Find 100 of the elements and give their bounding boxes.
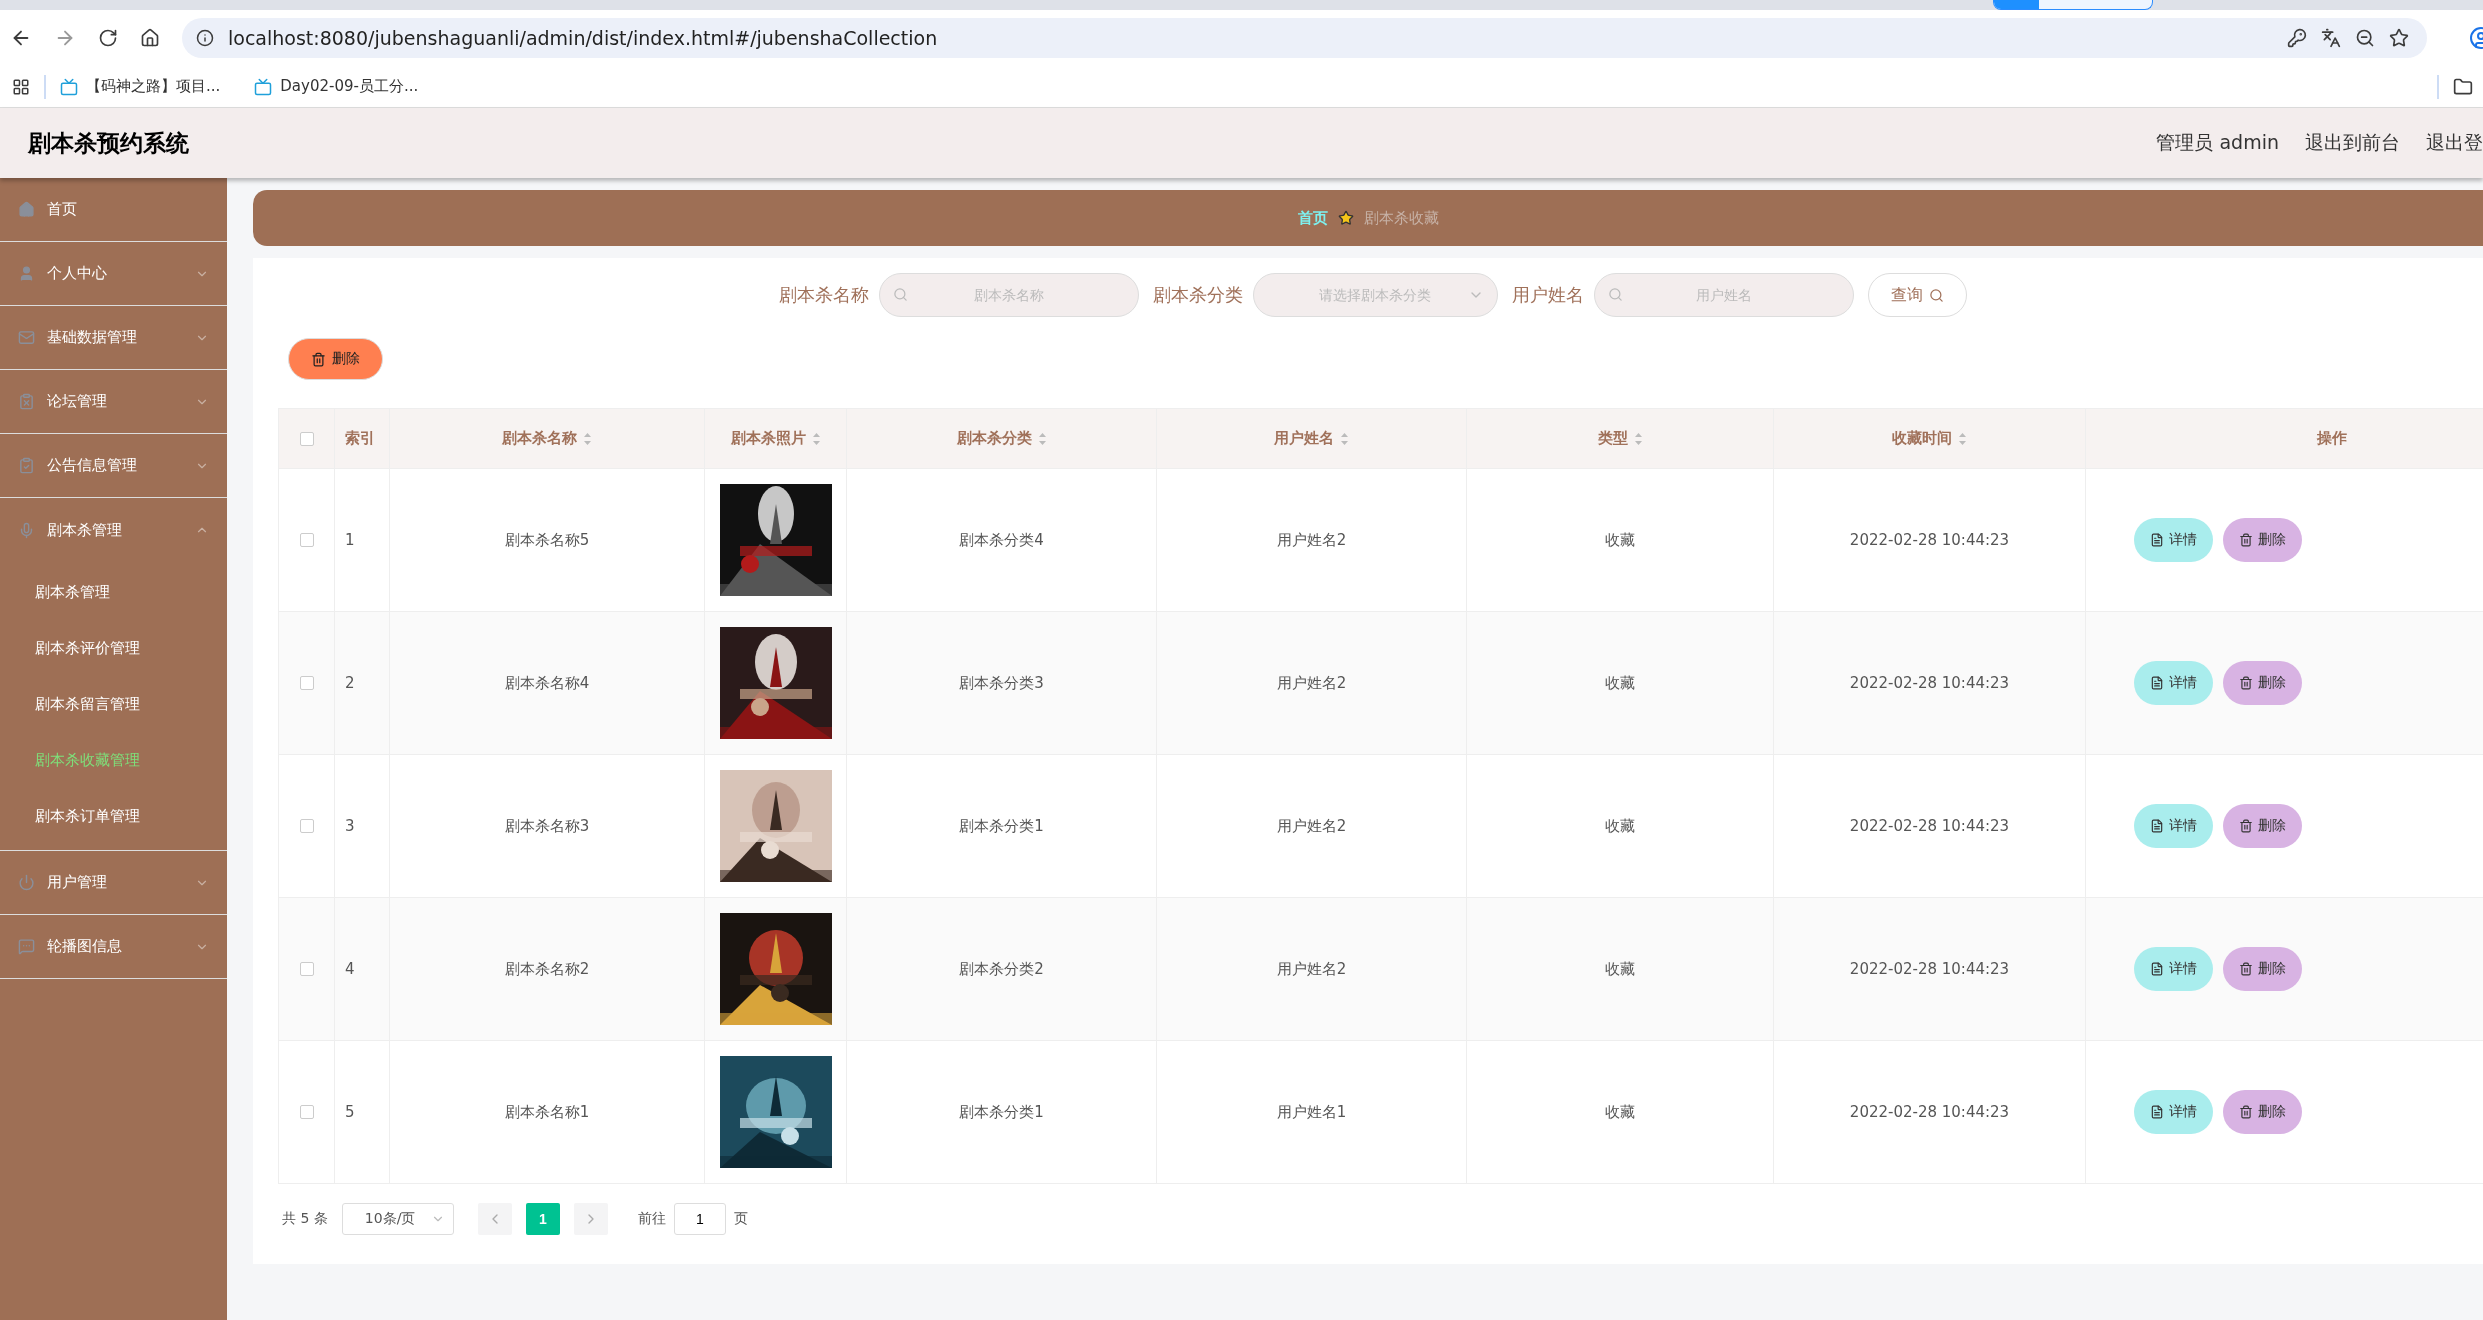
trash-icon	[311, 351, 326, 367]
table-cell: 剧本杀名称1	[504, 1102, 590, 1122]
table-cell: 收藏	[1605, 1102, 1635, 1122]
table-cell: 收藏	[1605, 673, 1635, 693]
column-header: 收藏时间	[1892, 429, 1952, 448]
sidebar-item[interactable]: 公告信息管理	[0, 434, 227, 498]
url-text: localhost:8080/jubenshaguanli/admin/dist/index.html#/jubenshaCollection	[228, 27, 939, 49]
next-page-button[interactable]	[573, 1203, 608, 1235]
details-button[interactable]: 详情	[2134, 1090, 2213, 1134]
column-header: 类型	[1597, 429, 1628, 448]
translate-icon[interactable]	[2321, 28, 2341, 48]
submenu-item[interactable]: 剧本杀订单管理	[0, 788, 227, 844]
breadcrumb-text: 剧本杀收藏	[1363, 208, 1439, 228]
header-link[interactable]: 退出到前台	[2305, 130, 2400, 156]
delete-button[interactable]: 删除	[2223, 1090, 2302, 1134]
field-label: 用户姓名	[1511, 283, 1584, 307]
zoom-out-icon[interactable]	[2355, 28, 2375, 48]
table-cell: 2022-02-28 10:44:23	[1849, 674, 2010, 692]
home-icon	[18, 201, 35, 218]
sort-icon[interactable]	[583, 431, 592, 446]
query-button[interactable]: 查询	[1867, 273, 1967, 317]
search-icon	[1928, 287, 1944, 303]
table-cell: 用户姓名2	[1276, 530, 1347, 550]
delete-button[interactable]: 删除	[288, 338, 383, 380]
submenu-item[interactable]: 剧本杀评价管理	[0, 620, 227, 676]
clipboard-icon	[18, 393, 35, 410]
power-icon	[18, 874, 35, 891]
sidebar-item[interactable]: 用户管理	[0, 851, 227, 915]
star-icon[interactable]	[2389, 28, 2409, 48]
table-cell: 1	[345, 531, 355, 549]
delete-button[interactable]: 删除	[2223, 661, 2302, 705]
delete-button[interactable]: 删除	[2223, 804, 2302, 848]
table-cell: 收藏	[1605, 959, 1635, 979]
bookmark[interactable]: 【码神之路】项目...	[60, 77, 221, 96]
sort-icon[interactable]	[1037, 431, 1047, 446]
sidebar-item[interactable]: 轮播图信息	[0, 915, 227, 979]
checkbox[interactable]	[299, 676, 314, 690]
table-cell: 2022-02-28 10:44:23	[1849, 960, 2010, 978]
table-cell: 用户姓名2	[1276, 816, 1347, 836]
info-icon[interactable]	[196, 29, 214, 47]
trash-icon	[2239, 533, 2253, 547]
sidebar-item[interactable]: 个人中心	[0, 242, 227, 306]
sidebar-item[interactable]: 剧本杀管理	[0, 498, 227, 562]
delete-button[interactable]: 删除	[2223, 518, 2302, 562]
table-cell: 剧本杀名称3	[504, 816, 590, 836]
app-title: 剧本杀预约系统	[28, 128, 190, 158]
checkbox[interactable]	[299, 962, 314, 976]
trash-icon	[2239, 962, 2253, 976]
table-cell: 4	[345, 960, 355, 978]
details-button[interactable]: 详情	[2134, 661, 2213, 705]
table-cell: 用户姓名1	[1276, 1102, 1347, 1122]
header-link[interactable]: 退出登	[2426, 130, 2483, 156]
tv-icon	[254, 77, 273, 96]
sort-icon[interactable]	[1340, 431, 1349, 446]
home-icon[interactable]	[140, 28, 160, 48]
browser-tab[interactable]	[1993, 0, 2153, 10]
submenu-item[interactable]: 剧本杀留言管理	[0, 676, 227, 732]
column-header: 剧本杀照片	[730, 429, 806, 448]
sort-icon[interactable]	[811, 431, 821, 446]
details-button[interactable]: 详情	[2134, 804, 2213, 848]
sidebar-item[interactable]: 基础数据管理	[0, 306, 227, 370]
header-link[interactable]: 管理员 admin	[2156, 130, 2279, 156]
folder-icon[interactable]	[2453, 76, 2473, 97]
key-icon[interactable]	[2287, 28, 2307, 48]
trash-icon	[2239, 819, 2253, 833]
sidebar-item[interactable]: 首页	[0, 178, 227, 242]
table-cell: 2022-02-28 10:44:23	[1849, 531, 2010, 549]
search-icon	[1607, 287, 1623, 302]
document-icon	[2150, 819, 2164, 833]
star-icon	[1337, 210, 1354, 226]
apps-icon[interactable]	[12, 77, 30, 96]
prev-page-button[interactable]	[477, 1203, 512, 1235]
table-cell: 2	[345, 674, 355, 692]
details-button[interactable]: 详情	[2134, 947, 2213, 991]
goto-label: 前往	[637, 1210, 666, 1228]
address-bar[interactable]: localhost:8080/jubenshaguanli/admin/dist/index.html#/jubenshaCollection	[182, 18, 2427, 58]
submenu-item[interactable]: 剧本杀管理	[0, 564, 227, 620]
checkbox[interactable]	[299, 431, 314, 446]
table-cell: 收藏	[1605, 530, 1635, 550]
sort-icon[interactable]	[1958, 431, 1967, 446]
sort-icon[interactable]	[1633, 431, 1643, 446]
table-cell: 剧本杀名称5	[504, 530, 590, 550]
document-icon	[2150, 962, 2164, 976]
document-icon	[2150, 676, 2164, 690]
page-size-select[interactable]: 10条/页	[341, 1203, 454, 1235]
page-input[interactable]: 1	[673, 1203, 726, 1235]
table-cell: 剧本杀分类2	[959, 959, 1044, 979]
table-cell: 剧本杀分类1	[959, 1102, 1044, 1122]
sidebar-item[interactable]: 论坛管理	[0, 370, 227, 434]
delete-button[interactable]: 删除	[2223, 947, 2302, 991]
checkbox[interactable]	[299, 819, 314, 833]
mail-icon	[18, 329, 35, 346]
trash-icon	[2239, 676, 2253, 690]
column-header: 操作	[2317, 429, 2347, 448]
bookmark[interactable]: Day02-09-员工分...	[254, 77, 419, 96]
checkbox[interactable]	[299, 1105, 314, 1119]
reload-icon[interactable]	[98, 28, 118, 48]
details-button[interactable]: 详情	[2134, 518, 2213, 562]
user-icon	[18, 265, 35, 282]
checkbox[interactable]	[299, 533, 314, 547]
